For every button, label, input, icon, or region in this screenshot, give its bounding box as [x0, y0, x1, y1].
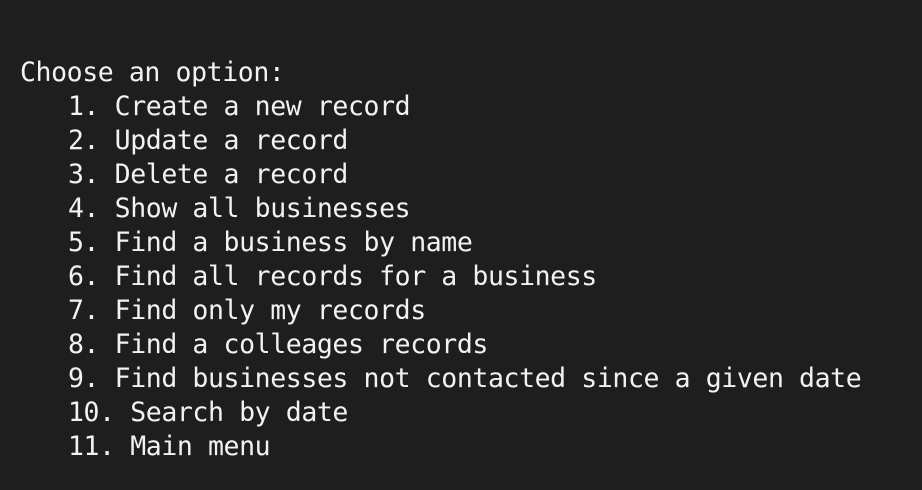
menu-option-search-by-date: 10. Search by date — [68, 397, 348, 428]
menu-option-find-my-records: 7. Find only my records — [68, 295, 426, 326]
menu-option-find-business-by-name: 5. Find a business by name — [68, 227, 473, 258]
terminal-window[interactable]: Choose an option: 1. Create a new record… — [0, 0, 922, 490]
menu-option-create-record: 1. Create a new record — [68, 91, 411, 122]
menu-option-update-record: 2. Update a record — [68, 125, 348, 156]
menu-option-find-colleague-records: 8. Find a colleages records — [68, 329, 488, 360]
menu-option-show-businesses: 4. Show all businesses — [68, 193, 411, 224]
menu-option-find-records-for-business: 6. Find all records for a business — [68, 261, 597, 292]
menu-option-find-not-contacted: 9. Find businesses not contacted since a… — [68, 363, 862, 394]
menu-options-list: 1. Create a new record 2. Update a recor… — [68, 90, 862, 464]
menu-option-main-menu: 11. Main menu — [68, 431, 271, 462]
menu-option-delete-record: 3. Delete a record — [68, 159, 348, 190]
menu-prompt: Choose an option: — [20, 57, 285, 88]
